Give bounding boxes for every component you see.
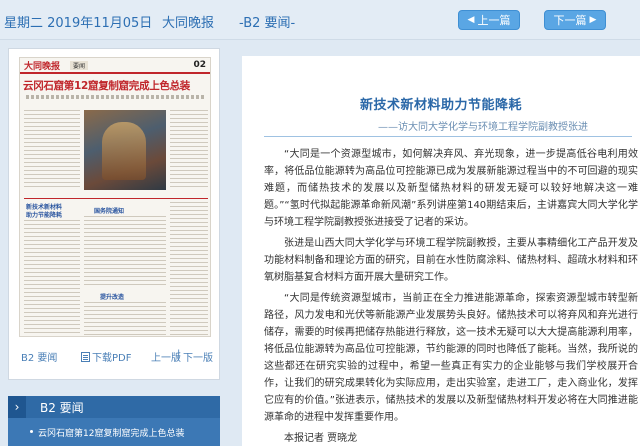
article-paragraph: “大同是一个资源型城市，如何解决弃风、弃光现象，进一步提高低谷电利用效率，将低品…	[264, 149, 638, 228]
newspaper-box-title: 国务院通知	[94, 208, 125, 215]
next-article-button[interactable]: 下一篇 ▶	[544, 10, 606, 30]
newspaper-logo: 大同晚报	[24, 61, 61, 72]
top-bar: 星期二 2019年11月05日 大同晚报 -B2 要闻- ◀ 上一篇 下一篇 ▶	[0, 0, 640, 40]
prev-article-label: 上一篇	[477, 14, 511, 27]
link-separator: |	[177, 349, 181, 360]
text-column	[24, 220, 80, 336]
issue-date: 星期二 2019年11月05日	[4, 16, 153, 31]
page-thumbnail-panel: 大同晚报 要闻 02 云冈石窟第12窟复制窟完成上色总装 新技术新材料 助力节能…	[8, 48, 220, 380]
newspaper-box-title: 提升改造	[100, 294, 125, 301]
article-paragraph: “大同是传统资源型城市，当前正在全力推进能源革命，探索资源型城市转型新路径，风力…	[264, 293, 638, 423]
chevron-right-icon: ›	[8, 396, 26, 418]
newspaper-box-title: 助力节能降耗	[26, 212, 63, 219]
newspaper-subhead	[26, 95, 204, 99]
title-divider	[264, 136, 632, 137]
text-column	[84, 302, 166, 336]
newspaper-page-number: 02	[193, 60, 206, 70]
newspaper-masthead: 大同晚报 要闻 02	[20, 58, 210, 74]
article-panel: 新技术新材料助力节能降耗 ——访大同大学化学与环境工程学院副教授张进 “大同是一…	[242, 56, 640, 446]
newspaper-section: 要闻	[70, 60, 89, 70]
download-pdf-link[interactable]: 下载PDF	[81, 349, 131, 364]
article-title: 新技术新材料助力节能降耗	[359, 98, 522, 113]
newspaper-headline: 云冈石窟第12窟复制窟完成上色总装	[23, 80, 191, 92]
newspaper-body: 新技术新材料 助力节能降耗 国务院通知 提升改造	[20, 106, 210, 336]
page-index-header[interactable]: › B2 要闻	[8, 396, 220, 418]
text-column	[170, 110, 208, 190]
next-page-link[interactable]: 下一版	[183, 349, 213, 364]
download-pdf-label: 下载PDF	[92, 353, 132, 364]
page-thumbnail-image[interactable]: 大同晚报 要闻 02 云冈石窟第12窟复制窟完成上色总装 新技术新材料 助力节能…	[19, 57, 211, 337]
text-column	[24, 110, 80, 190]
article-author: 本报记者 贾晓龙	[284, 433, 358, 444]
thumbnail-footer: B2 要闻 下载PDF 上一版 | 下一版	[9, 345, 221, 365]
text-column	[170, 202, 208, 336]
current-page-link[interactable]: B2 要闻	[21, 349, 57, 364]
newspaper-photo	[84, 110, 166, 190]
document-icon	[81, 351, 90, 362]
page-index-item[interactable]: 云冈石窟第12窟复制窟完成上色总装	[8, 418, 220, 439]
next-article-label: 下一篇	[553, 14, 587, 27]
article-paragraph: 张进是山西大同大学化学与环境工程学院副教授，主要从事精细化工产品开发及功能材料制…	[264, 238, 638, 283]
chevron-left-icon: ◀	[467, 15, 475, 25]
chevron-right-icon: ▶	[589, 15, 597, 25]
article-subtitle: ——访大同大学化学与环境工程学院副教授张进	[378, 122, 588, 133]
divider	[24, 198, 208, 199]
article-body: “大同是一个资源型城市，如何解决弃风、弃光现象，进一步提高低谷电利用效率，将低品…	[264, 146, 638, 446]
page-label: -B2 要闻-	[239, 16, 296, 31]
paper-name[interactable]: 大同晚报	[162, 12, 214, 31]
page-index: › B2 要闻 云冈石窟第12窟复制窟完成上色总装	[8, 396, 220, 446]
text-column	[84, 216, 166, 286]
page-index-title: B2 要闻	[40, 400, 84, 415]
prev-article-button[interactable]: ◀ 上一篇	[458, 10, 520, 30]
